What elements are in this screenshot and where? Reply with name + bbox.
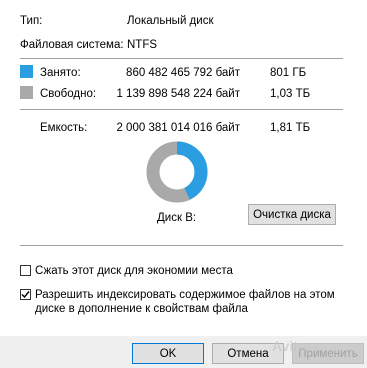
cancel-label: Отмена — [227, 347, 269, 360]
checkmark-icon — [21, 291, 30, 299]
used-bytes: 860 482 465 792 байт — [126, 67, 240, 79]
compress-label: Сжать этот диск для экономии места — [35, 265, 233, 277]
used-size: 801 ГБ — [270, 67, 307, 79]
ok-label: OK — [159, 347, 177, 360]
type-value: Локальный диск — [127, 15, 214, 27]
separator — [20, 109, 343, 110]
index-checkbox[interactable] — [20, 289, 31, 300]
used-label: Занято: — [40, 67, 81, 79]
used-color-swatch — [20, 65, 33, 78]
free-size: 1,03 ТБ — [270, 88, 311, 100]
separator — [20, 245, 343, 246]
capacity-label: Емкость: — [40, 122, 88, 134]
properties-pane: Тип: Локальный диск Файловая система: NT… — [0, 0, 367, 336]
dialog-footer: OK Отмена Применить — [0, 336, 367, 368]
disk-cleanup-label: Очистка диска — [253, 208, 331, 221]
type-label: Тип: — [20, 15, 43, 27]
free-color-swatch — [20, 86, 33, 99]
capacity-bytes: 2 000 381 014 016 байт — [116, 122, 240, 134]
filesystem-value: NTFS — [127, 39, 158, 51]
apply-label: Применить — [298, 347, 358, 360]
filesystem-label: Файловая система: — [20, 39, 124, 51]
separator — [20, 58, 343, 59]
free-bytes: 1 139 898 548 224 байт — [116, 88, 240, 100]
compress-checkbox[interactable] — [20, 265, 31, 276]
ok-button[interactable]: OK — [132, 343, 204, 364]
index-label-line2: диске в дополнение к свойствам файла — [35, 303, 248, 315]
drive-label: Диск B: — [157, 212, 197, 224]
avito-watermark: Avito — [272, 338, 307, 354]
free-label: Свободно: — [40, 88, 97, 100]
disk-cleanup-button[interactable]: Очистка диска — [248, 204, 336, 225]
index-label-line1: Разрешить индексировать содержимое файло… — [35, 289, 335, 301]
capacity-size: 1,81 ТБ — [270, 122, 311, 134]
disk-usage-donut — [146, 141, 208, 203]
